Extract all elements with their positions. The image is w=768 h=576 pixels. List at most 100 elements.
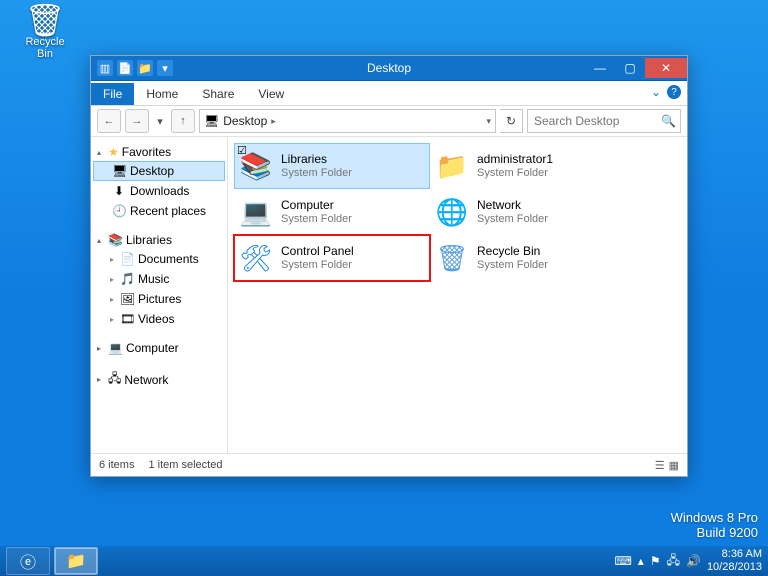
tree-fav-item[interactable]: 🕘 Recent places bbox=[93, 201, 225, 221]
tree-item-icon: 🖼 bbox=[120, 292, 134, 306]
desktop-recycle-bin[interactable]: 🗑 Recycle Bin bbox=[18, 4, 72, 60]
tray-chevron-icon[interactable]: ▴ bbox=[638, 554, 644, 568]
tree-lib-item[interactable]: ▸🖼Pictures bbox=[103, 289, 225, 309]
star-icon: ★ bbox=[108, 145, 119, 159]
expand-icon[interactable]: ▸ bbox=[110, 255, 114, 264]
tree-computer-label: Computer bbox=[126, 341, 179, 355]
qat-newfolder-icon[interactable]: 📄 bbox=[117, 60, 133, 76]
explorer-window: ▥ 📄 📁 ▾ Desktop — ▢ ✕ File Home Share Vi… bbox=[90, 55, 688, 477]
expand-icon[interactable]: ▸ bbox=[110, 275, 114, 284]
view-details-icon[interactable]: ☰ bbox=[655, 459, 665, 472]
tab-file[interactable]: File bbox=[91, 83, 134, 105]
item-type: System Folder bbox=[477, 166, 553, 180]
item-icon: 🌐 bbox=[435, 195, 469, 229]
qat-properties-icon[interactable]: ▥ bbox=[97, 60, 113, 76]
close-button[interactable]: ✕ bbox=[645, 58, 687, 78]
breadcrumb-chevron-icon[interactable]: ▸ bbox=[271, 116, 276, 127]
tree-network[interactable]: ▸ 🖧 Network bbox=[93, 367, 225, 392]
expand-icon[interactable]: ▸ bbox=[110, 295, 114, 304]
tray-flag-icon[interactable]: ⚑ bbox=[650, 554, 661, 568]
search-input[interactable] bbox=[532, 113, 676, 129]
item-name: Computer bbox=[281, 198, 352, 212]
folder-item[interactable]: ☑💻ComputerSystem Folder bbox=[234, 189, 430, 235]
up-button[interactable]: ↑ bbox=[171, 109, 195, 133]
tree-computer[interactable]: ▸ 💻 Computer bbox=[93, 339, 225, 357]
collapse-icon[interactable]: ▴ bbox=[97, 148, 105, 157]
tree-item-icon: 🎵 bbox=[120, 272, 134, 286]
folder-item[interactable]: ☑📁administrator1System Folder bbox=[430, 143, 626, 189]
item-type: System Folder bbox=[281, 166, 352, 180]
item-icon: 📁 bbox=[435, 149, 469, 183]
network-icon: 🖧 bbox=[108, 369, 121, 390]
ribbon-expand-icon[interactable]: ⌄ bbox=[651, 85, 661, 99]
search-box[interactable]: 🔍 bbox=[527, 109, 681, 133]
refresh-button[interactable]: ↻ bbox=[500, 109, 523, 133]
tab-view[interactable]: View bbox=[246, 83, 296, 105]
qat-dropdown-icon[interactable]: ▾ bbox=[157, 60, 173, 76]
item-type: System Folder bbox=[281, 212, 352, 226]
tab-share[interactable]: Share bbox=[190, 83, 246, 105]
tray-network-icon[interactable]: 🖧 bbox=[667, 551, 680, 572]
folder-item[interactable]: ☑🌐NetworkSystem Folder bbox=[430, 189, 626, 235]
item-name: Libraries bbox=[281, 152, 352, 166]
forward-button[interactable]: → bbox=[125, 109, 149, 133]
minimize-button[interactable]: — bbox=[585, 58, 615, 78]
tree-favorites-header[interactable]: ▴ ★ Favorites bbox=[93, 143, 225, 161]
help-icon[interactable]: ? bbox=[667, 85, 681, 99]
navbar: ← → ▾ ↑ 🖥 Desktop ▸ ▾ ↻ 🔍 bbox=[91, 106, 687, 137]
item-type: System Folder bbox=[281, 258, 354, 272]
libraries-icon: 📚 bbox=[108, 233, 123, 247]
content-pane[interactable]: ☑📚LibrariesSystem Folder☑📁administrator1… bbox=[228, 137, 687, 453]
view-large-icon[interactable]: ▦ bbox=[669, 459, 679, 472]
status-selected: 1 item selected bbox=[148, 459, 222, 471]
folder-item[interactable]: ☑📚LibrariesSystem Folder bbox=[234, 143, 430, 189]
tray-volume-icon[interactable]: 🔊 bbox=[686, 554, 701, 568]
nav-tree: ▴ ★ Favorites 🖥Desktop⬇Downloads 🕘 Recent … bbox=[91, 137, 228, 453]
expand-icon[interactable]: ▸ bbox=[97, 375, 105, 384]
recent-locations-button[interactable]: ▾ bbox=[153, 110, 167, 132]
status-bar: 6 items 1 item selected ☰ ▦ bbox=[91, 453, 687, 476]
folder-icon: 📁 bbox=[66, 551, 86, 571]
tray-keyboard-icon[interactable]: ⌨ bbox=[614, 554, 631, 568]
taskbar-explorer[interactable]: 📁 bbox=[54, 547, 98, 575]
tree-item-icon: ⬇ bbox=[112, 184, 126, 198]
tree-item-label: Recent places bbox=[130, 204, 206, 218]
tree-fav-item[interactable]: 🖥Desktop bbox=[93, 161, 225, 181]
expand-icon[interactable]: ▸ bbox=[97, 344, 105, 353]
desktop-icon-label: Recycle Bin bbox=[18, 36, 72, 60]
tree-network-label: Network bbox=[124, 373, 168, 387]
item-name: Recycle Bin bbox=[477, 244, 548, 258]
folder-item[interactable]: ☑🗑Recycle BinSystem Folder bbox=[430, 235, 626, 281]
address-dropdown-icon[interactable]: ▾ bbox=[486, 116, 491, 127]
taskbar: ⓔ 📁 ⌨ ▴ ⚑ 🖧 🔊 8:36 AM 10/28/2013 bbox=[0, 546, 768, 576]
maximize-button[interactable]: ▢ bbox=[615, 58, 645, 78]
item-name: administrator1 bbox=[477, 152, 553, 166]
watermark: Windows 8 Pro Build 9200 bbox=[671, 510, 758, 540]
search-icon: 🔍 bbox=[661, 114, 676, 128]
collapse-icon[interactable]: ▴ bbox=[97, 236, 105, 245]
tree-lib-item[interactable]: ▸📄Documents bbox=[103, 249, 225, 269]
taskbar-ie[interactable]: ⓔ bbox=[6, 547, 50, 575]
tree-fav-item[interactable]: ⬇Downloads bbox=[93, 181, 225, 201]
tree-libraries-header[interactable]: ▴ 📚 Libraries bbox=[93, 231, 225, 249]
address-bar[interactable]: 🖥 Desktop ▸ ▾ bbox=[199, 109, 496, 133]
tray-time[interactable]: 8:36 AM bbox=[707, 548, 762, 561]
qat-folder-icon[interactable]: 📁 bbox=[137, 60, 153, 76]
tree-lib-item[interactable]: ▸ 🎞 Videos bbox=[103, 309, 225, 329]
folder-item[interactable]: ☑🛠Control PanelSystem Folder bbox=[234, 235, 430, 281]
quick-access-toolbar: ▥ 📄 📁 ▾ bbox=[97, 60, 173, 76]
tree-item-icon: 🕘 bbox=[112, 204, 126, 218]
back-button[interactable]: ← bbox=[97, 109, 121, 133]
item-icon: 🗑 bbox=[435, 241, 469, 275]
ie-icon: ⓔ bbox=[20, 549, 36, 573]
status-count: 6 items bbox=[99, 459, 134, 471]
tree-lib-item[interactable]: ▸🎵Music bbox=[103, 269, 225, 289]
tree-item-icon: 🎞 bbox=[120, 312, 134, 326]
tray-date[interactable]: 10/28/2013 bbox=[707, 561, 762, 574]
titlebar[interactable]: ▥ 📄 📁 ▾ Desktop — ▢ ✕ bbox=[91, 56, 687, 81]
breadcrumb[interactable]: Desktop bbox=[223, 114, 267, 128]
tree-item-label: Videos bbox=[138, 312, 174, 326]
tab-home[interactable]: Home bbox=[134, 83, 190, 105]
tree-item-icon: 🖥 bbox=[112, 164, 126, 178]
expand-icon[interactable]: ▸ bbox=[110, 315, 114, 324]
